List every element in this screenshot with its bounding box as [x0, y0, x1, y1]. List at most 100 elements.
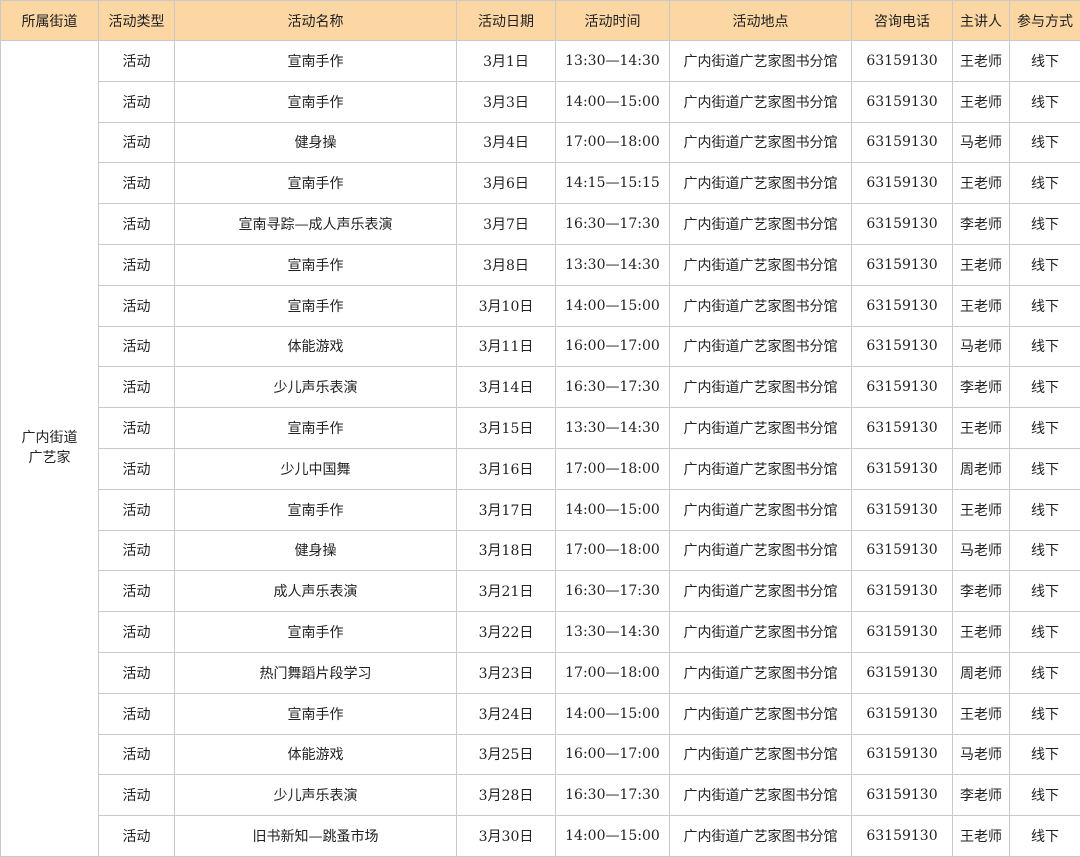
table-row: 活动 宣南手作 3月24日 14:00—15:00 广内街道广艺家图书分馆 6315913…: [1, 692, 1080, 735]
cell-phone: 63159130: [851, 243, 953, 286]
cell-participation-mode: 线下: [1009, 407, 1080, 449]
cell-speaker: 王老师: [952, 40, 1010, 82]
cell-activity-name: 健身操: [174, 529, 457, 572]
cell-speaker: 周老师: [952, 447, 1010, 490]
cell-speaker: 王老师: [952, 611, 1010, 653]
cell-activity-type: 活动: [98, 611, 175, 653]
cell-phone: 63159130: [851, 325, 953, 368]
cell-activity-location: 广内街道广艺家图书分馆: [669, 488, 852, 531]
cell-activity-location: 广内街道广艺家图书分馆: [669, 284, 852, 327]
cell-phone: 63159130: [851, 162, 953, 205]
cell-participation-mode: 线下: [1009, 366, 1080, 409]
cell-activity-time: 13:30—14:30: [555, 611, 670, 653]
cell-activity-time: 16:00—17:00: [555, 733, 670, 776]
cell-activity-type: 活动: [98, 325, 175, 368]
cell-activity-location: 广内街道广艺家图书分馆: [669, 529, 852, 572]
cell-activity-date: 3月3日: [456, 80, 556, 123]
cell-phone: 63159130: [851, 447, 953, 490]
cell-activity-date: 3月8日: [456, 243, 556, 286]
cell-activity-name: 健身操: [174, 121, 457, 164]
cell-phone: 63159130: [851, 651, 953, 694]
cell-activity-location: 广内街道广艺家图书分馆: [669, 243, 852, 286]
cell-speaker: 马老师: [952, 121, 1010, 164]
cell-activity-name: 旧书新知—跳蚤市场: [174, 815, 457, 857]
cell-activity-type: 活动: [98, 121, 175, 164]
cell-activity-name: 宣南手作: [174, 243, 457, 286]
cell-activity-time: 13:30—14:30: [555, 407, 670, 449]
cell-activity-date: 3月25日: [456, 733, 556, 776]
cell-speaker: 周老师: [952, 651, 1010, 694]
cell-speaker: 王老师: [952, 284, 1010, 327]
cell-activity-date: 3月30日: [456, 815, 556, 857]
cell-activity-location: 广内街道广艺家图书分馆: [669, 121, 852, 164]
table-row: 广内街道 广艺家 活动 宣南手作 3月1日 13:30—14:30 广内街道广艺家图书分馆 6…: [0, 40, 1080, 857]
cell-phone: 63159130: [851, 488, 953, 531]
cell-activity-type: 活动: [98, 570, 175, 613]
cell-activity-type: 活动: [98, 284, 175, 327]
cell-activity-name: 宣南手作: [174, 692, 457, 735]
cell-activity-location: 广内街道广艺家图书分馆: [669, 40, 852, 82]
table-row: 活动 健身操 3月4日 17:00—18:00 广内街道广艺家图书分馆 63159130 马…: [1, 121, 1080, 164]
cell-participation-mode: 线下: [1009, 611, 1080, 653]
table-row: 活动 宣南手作 3月10日 14:00—15:00 广内街道广艺家图书分馆 6315913…: [1, 284, 1080, 327]
table-row: 活动 少儿声乐表演 3月28日 16:30—17:30 广内街道广艺家图书分馆 63159…: [1, 774, 1080, 817]
cell-activity-date: 3月16日: [456, 447, 556, 490]
cell-activity-type: 活动: [98, 733, 175, 776]
header-speaker: 主讲人: [952, 0, 1010, 41]
cell-speaker: 李老师: [952, 203, 1010, 245]
cell-activity-type: 活动: [98, 366, 175, 409]
header-street: 所属街道: [0, 0, 99, 41]
cell-participation-mode: 线下: [1009, 651, 1080, 694]
cell-speaker: 李老师: [952, 570, 1010, 613]
cell-participation-mode: 线下: [1009, 325, 1080, 368]
cell-activity-name: 宣南手作: [174, 488, 457, 531]
table-row: 活动 宣南手作 3月17日 14:00—15:00 广内街道广艺家图书分馆 6315913…: [1, 488, 1080, 531]
cell-speaker: 马老师: [952, 325, 1010, 368]
cell-phone: 63159130: [851, 815, 953, 857]
cell-phone: 63159130: [851, 40, 953, 82]
cell-activity-date: 3月1日: [456, 40, 556, 82]
cell-activity-location: 广内街道广艺家图书分馆: [669, 325, 852, 368]
table-row: 活动 宣南手作 3月22日 13:30—14:30 广内街道广艺家图书分馆 6315913…: [1, 611, 1080, 653]
cell-participation-mode: 线下: [1009, 733, 1080, 776]
header-row: 所属街道 活动类型 活动名称 活动日期 活动时间 活动地点 咨询电话 主讲人 参…: [0, 0, 1080, 41]
cell-participation-mode: 线下: [1009, 692, 1080, 735]
cell-activity-name: 少儿声乐表演: [174, 366, 457, 409]
cell-activity-time: 14:00—15:00: [555, 284, 670, 327]
cell-activity-time: 14:15—15:15: [555, 162, 670, 205]
cell-activity-name: 体能游戏: [174, 325, 457, 368]
cell-activity-time: 17:00—18:00: [555, 529, 670, 572]
cell-activity-location: 广内街道广艺家图书分馆: [669, 815, 852, 857]
cell-phone: 63159130: [851, 80, 953, 123]
cell-activity-time: 16:30—17:30: [555, 570, 670, 613]
header-phone: 咨询电话: [851, 0, 953, 41]
cell-activity-date: 3月11日: [456, 325, 556, 368]
table-row: 活动 宣南寻踪—成人声乐表演 3月7日 16:30—17:30 广内街道广艺家图书分馆 6…: [1, 203, 1080, 245]
cell-activity-type: 活动: [98, 815, 175, 857]
table-row: 活动 健身操 3月18日 17:00—18:00 广内街道广艺家图书分馆 63159130…: [1, 529, 1080, 572]
cell-participation-mode: 线下: [1009, 570, 1080, 613]
cell-activity-type: 活动: [98, 651, 175, 694]
cell-activity-date: 3月21日: [456, 570, 556, 613]
cell-phone: 63159130: [851, 570, 953, 613]
cell-speaker: 王老师: [952, 488, 1010, 531]
cell-phone: 63159130: [851, 284, 953, 327]
cell-activity-time: 16:00—17:00: [555, 325, 670, 368]
cell-activity-location: 广内街道广艺家图书分馆: [669, 651, 852, 694]
cell-activity-date: 3月17日: [456, 488, 556, 531]
cell-activity-time: 17:00—18:00: [555, 651, 670, 694]
table-row: 活动 旧书新知—跳蚤市场 3月30日 14:00—15:00 广内街道广艺家图书分馆 63…: [1, 815, 1080, 857]
table-body: 广内街道 广艺家 活动 宣南手作 3月1日 13:30—14:30 广内街道广艺家图书分馆 6…: [0, 40, 1080, 857]
cell-activity-type: 活动: [98, 692, 175, 735]
cell-activity-location: 广内街道广艺家图书分馆: [669, 692, 852, 735]
cell-phone: 63159130: [851, 203, 953, 245]
cell-activity-name: 宣南寻踪—成人声乐表演: [174, 203, 457, 245]
table-row: 活动 宣南手作 3月15日 13:30—14:30 广内街道广艺家图书分馆 6315913…: [1, 407, 1080, 449]
header-activity-date: 活动日期: [456, 0, 556, 41]
cell-activity-time: 14:00—15:00: [555, 692, 670, 735]
table-row: 活动 成人声乐表演 3月21日 16:30—17:30 广内街道广艺家图书分馆 63159…: [1, 570, 1080, 613]
cell-activity-name: 少儿声乐表演: [174, 774, 457, 817]
cell-activity-time: 13:30—14:30: [555, 243, 670, 286]
cell-activity-type: 活动: [98, 529, 175, 572]
cell-phone: 63159130: [851, 121, 953, 164]
